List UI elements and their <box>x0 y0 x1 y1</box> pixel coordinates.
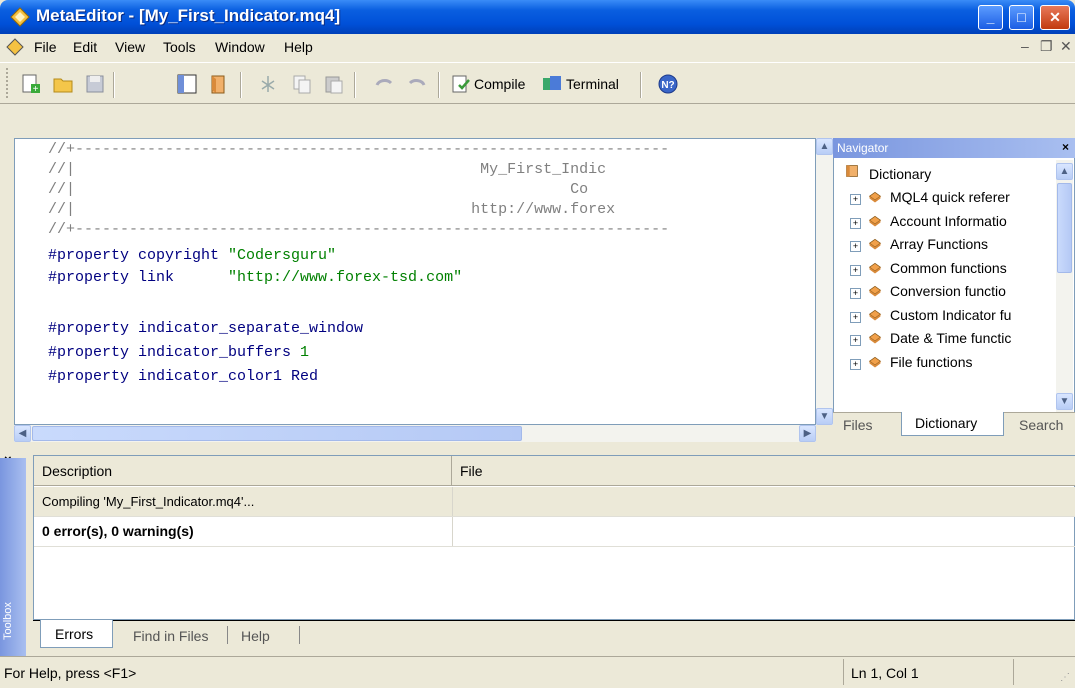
tab-help[interactable]: Help <box>241 628 270 644</box>
expand-plus-icon[interactable]: + <box>850 217 861 229</box>
navigator-scroll-thumb[interactable] <box>1057 183 1072 273</box>
toolbox-side-label: Toolbox <box>2 602 14 640</box>
book-icon <box>868 356 882 367</box>
compile-button[interactable]: Compile <box>474 76 525 92</box>
scroll-down-icon[interactable]: ▼ <box>816 408 833 425</box>
paste-icon[interactable] <box>323 73 345 95</box>
navigator-scroll-up-icon[interactable]: ▲ <box>1056 163 1073 180</box>
book-icon <box>868 191 882 203</box>
expand-plus-icon[interactable]: + <box>850 335 861 346</box>
column-file[interactable]: File <box>452 456 1075 486</box>
menu-bar <box>0 34 1075 62</box>
scroll-right-icon[interactable]: ▶ <box>799 425 816 442</box>
undo-icon[interactable] <box>373 73 395 95</box>
column-description[interactable]: Description <box>34 456 452 486</box>
document-icon[interactable] <box>6 38 24 56</box>
redo-icon[interactable] <box>406 73 428 95</box>
terminal-button[interactable]: Terminal <box>566 76 619 92</box>
help-icon[interactable]: N? <box>657 73 679 95</box>
horizontal-scroll-thumb[interactable] <box>32 426 522 441</box>
code-line-6: #property copyright "Codersguru" <box>48 247 337 264</box>
expand-plus-icon[interactable]: + <box>850 194 861 205</box>
window-title: MetaEditor - [My_First_Indicator.mq4] <box>36 6 341 25</box>
book-icon <box>868 332 882 344</box>
dictionary-book-icon <box>846 165 858 177</box>
new-file-icon[interactable]: + <box>20 73 42 95</box>
toolbar <box>0 62 1075 104</box>
open-folder-icon[interactable] <box>52 73 74 95</box>
resize-grip-icon[interactable]: ⋰ <box>1060 672 1070 683</box>
expand-plus-icon[interactable]: + <box>850 288 861 299</box>
book-icon <box>868 215 882 226</box>
editor-vertical-scrollbar[interactable] <box>816 138 833 425</box>
mdi-minimize-icon[interactable]: – <box>1021 38 1029 54</box>
book-icon <box>868 262 882 273</box>
svg-text:+: + <box>33 84 39 95</box>
menu-window[interactable]: Window <box>215 39 265 55</box>
maximize-button[interactable]: □ <box>1009 5 1034 30</box>
code-line-7: #property link "http://www.forex-tsd.com… <box>48 269 463 286</box>
errors-table: Description File Compiling 'My_First_Ind… <box>33 455 1075 620</box>
status-help-text: For Help, press <F1> <box>4 665 137 681</box>
metaeditor-app-icon <box>10 7 30 27</box>
book-icon <box>868 309 882 320</box>
scroll-up-icon[interactable]: ▲ <box>816 138 833 155</box>
scroll-left-icon[interactable]: ◀ <box>14 425 31 442</box>
tab-search[interactable]: Search <box>1019 417 1063 433</box>
code-line-10: #property indicator_buffers 1 <box>48 344 310 361</box>
compile-icon[interactable] <box>450 73 472 95</box>
menu-file[interactable]: File <box>34 39 57 55</box>
mdi-restore-icon[interactable]: ❐ <box>1040 38 1053 55</box>
menu-tools[interactable]: Tools <box>163 39 196 55</box>
svg-text:N?: N? <box>661 80 674 91</box>
code-line-9: #property indicator_separate_window <box>48 320 364 337</box>
toggle-toolbox-icon[interactable] <box>176 73 198 95</box>
copy-icon[interactable] <box>291 73 313 95</box>
expand-plus-icon[interactable]: + <box>850 264 861 276</box>
code-line-11: #property indicator_color1 Red <box>48 368 319 385</box>
tab-errors[interactable]: Errors <box>55 626 93 642</box>
save-icon[interactable] <box>84 73 106 95</box>
code-line-4: //| http://www.forex <box>48 201 616 218</box>
tab-find-in-files[interactable]: Find in Files <box>133 628 208 644</box>
minimize-button[interactable]: _ <box>978 5 1003 30</box>
tab-dictionary[interactable]: Dictionary <box>915 415 977 431</box>
expand-plus-icon[interactable]: + <box>850 241 861 252</box>
code-line-5: //+-------------------------------------… <box>48 221 670 238</box>
cut-icon[interactable] <box>257 73 279 95</box>
terminal-icon[interactable] <box>541 73 563 95</box>
mdi-close-icon[interactable]: ✕ <box>1060 38 1072 55</box>
close-button[interactable]: ✕ <box>1040 5 1070 30</box>
menu-view[interactable]: View <box>115 39 145 55</box>
menu-help[interactable]: Help <box>284 39 313 55</box>
navigator-scroll-down-icon[interactable]: ▼ <box>1056 393 1073 410</box>
status-cursor-position: Ln 1, Col 1 <box>851 665 919 681</box>
table-row[interactable]: Compiling 'My_First_Indicator.mq4'... <box>34 487 1075 517</box>
book-icon <box>868 285 882 297</box>
book-icon <box>868 238 882 250</box>
menu-edit[interactable]: Edit <box>73 39 97 55</box>
navigator-title: Navigator <box>833 138 1075 158</box>
code-editor[interactable]: //+-------------------------------------… <box>14 138 816 425</box>
table-row[interactable]: 0 error(s), 0 warning(s) <box>34 517 1075 547</box>
code-line-1: //+-------------------------------------… <box>48 141 670 158</box>
tab-files[interactable]: Files <box>843 417 873 433</box>
expand-plus-icon[interactable]: + <box>850 311 861 323</box>
code-line-2: //| My_First_Indic <box>48 161 607 178</box>
code-line-3: //| Co <box>48 181 589 198</box>
toggle-navigator-icon[interactable] <box>207 73 229 95</box>
navigator-close-icon[interactable]: × <box>1062 140 1069 154</box>
toolbar-grip[interactable] <box>6 68 10 98</box>
expand-plus-icon[interactable]: + <box>850 358 861 370</box>
